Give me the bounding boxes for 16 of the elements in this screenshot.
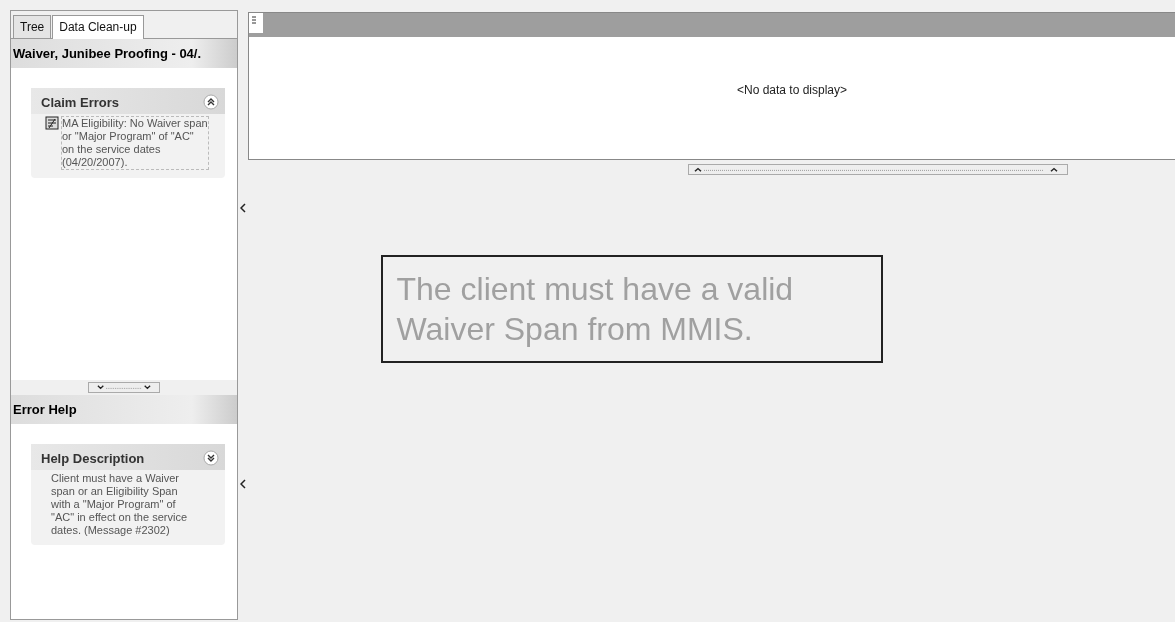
- group-title: Claim Errors: [41, 94, 120, 110]
- splitter-handle[interactable]: [688, 164, 1068, 175]
- splitter-handle[interactable]: [88, 382, 160, 393]
- error-form-icon: [45, 116, 59, 130]
- collapse-icon[interactable]: [203, 94, 219, 110]
- column-chooser-icon[interactable]: [249, 13, 263, 33]
- expand-icon[interactable]: [203, 450, 219, 466]
- record-title: Waiver, Junibee Proofing - 04/.: [11, 39, 237, 68]
- group-title: Help Description: [41, 450, 145, 466]
- section-title: Error Help: [11, 395, 237, 424]
- notice-message: The client must have a valid Waiver Span from MMIS.: [380, 255, 883, 363]
- tab[interactable]: Tree: [13, 15, 52, 38]
- empty-message: <No data to display>: [736, 83, 848, 97]
- help-text: Client must have a Waiver span or an Eligibility Span with a "Major Program" of "AC" in effect on the service dates. (Message #2302): [50, 471, 188, 537]
- tab[interactable]: Data Clean-up: [52, 15, 144, 39]
- error-message[interactable]: MA Eligibility: No Waiver span or "Major Program" of "AC" on the service dates (04/20/2007).: [61, 116, 209, 170]
